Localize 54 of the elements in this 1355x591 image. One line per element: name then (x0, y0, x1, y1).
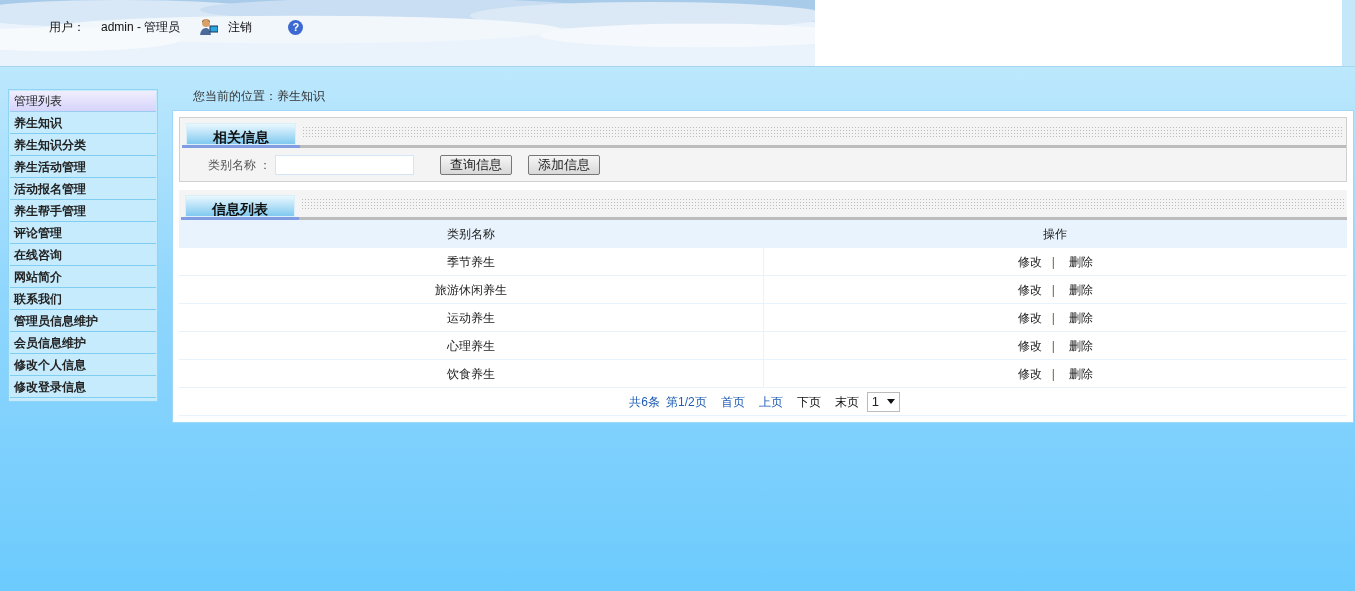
sidebar-item[interactable]: 评论管理 (10, 222, 156, 244)
sidebar-item[interactable]: 活动报名管理 (10, 178, 156, 200)
sidebar-item[interactable]: 养生活动管理 (10, 156, 156, 178)
table-cell-text: 心理养生 (446, 337, 495, 355)
column-header: 操作 (1043, 226, 1067, 243)
pager-link[interactable]: 上页 (758, 392, 783, 411)
section-title: 信息列表 (185, 195, 295, 217)
edit-link[interactable]: 修改 (1017, 336, 1042, 355)
sidebar-item[interactable]: 修改登录信息 (10, 376, 156, 398)
edit-link[interactable]: 修改 (1017, 280, 1042, 299)
sidebar-title: 管理列表 (10, 91, 156, 112)
separator: | (1051, 337, 1055, 355)
user-label: 用户： (49, 19, 85, 36)
header-side-strip (1342, 0, 1355, 66)
delete-link[interactable]: 删除 (1068, 308, 1093, 327)
delete-link[interactable]: 删除 (1068, 280, 1093, 299)
category-name-input[interactable] (275, 154, 415, 175)
sidebar-item[interactable]: 网站简介 (10, 266, 156, 288)
sidebar-item[interactable]: 养生知识 (10, 112, 156, 134)
page-indicator: 第1/2页 (666, 393, 707, 411)
table-cell-text: 季节养生 (446, 253, 495, 271)
table-cell-text: 旅游休闲养生 (434, 281, 507, 299)
separator: | (1051, 281, 1055, 299)
caret-icon (886, 399, 895, 404)
sidebar-item[interactable]: 在线咨询 (10, 244, 156, 266)
table-cell-text: 运动养生 (446, 309, 495, 327)
edit-link[interactable]: 修改 (1017, 252, 1042, 271)
page-select[interactable]: 1 (866, 391, 900, 412)
edit-link[interactable]: 修改 (1017, 364, 1042, 383)
record-count: 共6条 (629, 393, 660, 411)
column-header: 类别名称 (447, 226, 495, 243)
edit-link[interactable]: 修改 (1017, 308, 1042, 327)
person-at-computer-icon (200, 18, 219, 36)
breadcrumb: 您当前的位置：养生知识 (192, 88, 326, 105)
user-name: admin - 管理员 (101, 19, 181, 36)
logout-link[interactable]: 注销 (228, 18, 253, 36)
section-title: 相关信息 (186, 123, 296, 145)
separator: | (1051, 253, 1055, 271)
add-button[interactable]: 添加信息 (528, 154, 601, 175)
sidebar-item[interactable]: 养生知识分类 (10, 134, 156, 156)
delete-link[interactable]: 删除 (1068, 336, 1093, 355)
pager-link[interactable]: 首页 (720, 392, 745, 411)
sidebar-item[interactable]: 养生帮手管理 (10, 200, 156, 222)
sidebar-item[interactable]: 修改个人信息 (10, 354, 156, 376)
delete-link[interactable]: 删除 (1068, 364, 1093, 383)
separator: | (1051, 365, 1055, 383)
sidebar-item[interactable]: 联系我们 (10, 288, 156, 310)
table-cell-text: 饮食养生 (446, 365, 495, 383)
sidebar-item[interactable]: 管理员信息维护 (10, 310, 156, 332)
query-button[interactable]: 查询信息 (440, 154, 513, 175)
delete-link[interactable]: 删除 (1068, 252, 1093, 271)
separator: | (1051, 309, 1055, 327)
field-label: 类别名称 ： (208, 156, 272, 174)
sidebar-item[interactable]: 会员信息维护 (10, 332, 156, 354)
